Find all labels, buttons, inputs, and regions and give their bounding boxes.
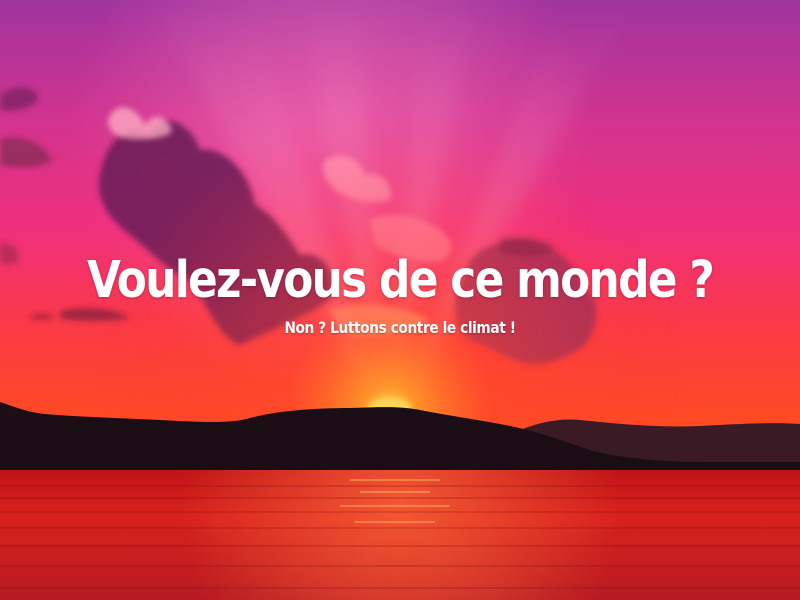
sunset-poster: Voulez-vous de ce monde ? Non ? Luttons … bbox=[0, 0, 800, 600]
poster-subline: Non ? Luttons contre le climat ! bbox=[284, 318, 516, 337]
poster-headline: Voulez-vous de ce monde ? bbox=[86, 251, 715, 310]
